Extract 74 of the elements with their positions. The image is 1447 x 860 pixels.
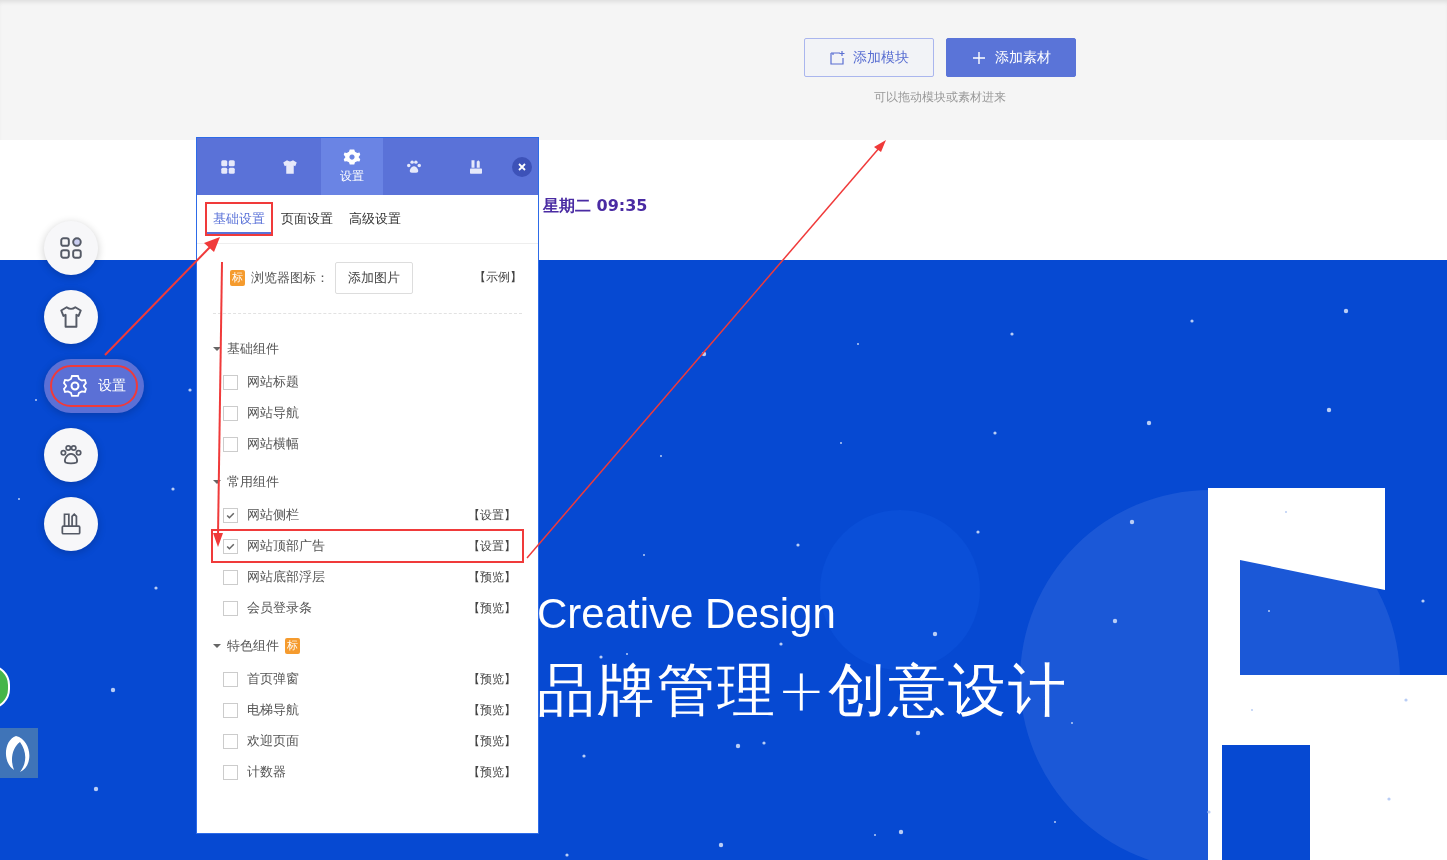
grid-icon bbox=[219, 157, 237, 176]
action-link[interactable]: 【设置】 bbox=[468, 506, 516, 524]
caret-icon[interactable] bbox=[213, 345, 221, 353]
settings-tab[interactable]: 基础设置 bbox=[207, 204, 271, 234]
component-row[interactable]: 网站横幅 bbox=[213, 429, 522, 459]
component-row[interactable]: 网站顶部广告 【设置】 bbox=[213, 531, 522, 561]
caret-icon[interactable] bbox=[213, 478, 221, 486]
component-row[interactable]: 欢迎页面 【预览】 bbox=[213, 726, 522, 756]
checkbox[interactable] bbox=[223, 764, 238, 780]
action-link[interactable]: 【预览】 bbox=[468, 701, 516, 719]
toolbar-button[interactable]: 设置 bbox=[44, 359, 144, 413]
checkbox[interactable] bbox=[223, 702, 238, 718]
plus-icon bbox=[971, 49, 987, 66]
component-name: 会员登录条 bbox=[247, 599, 312, 617]
checkbox[interactable] bbox=[223, 538, 238, 554]
tag-badge: 标 bbox=[230, 269, 245, 286]
checkbox[interactable] bbox=[223, 569, 238, 585]
chat-icon[interactable] bbox=[0, 728, 38, 778]
window-plus-icon bbox=[829, 49, 845, 66]
example-link[interactable]: 【示例】 bbox=[474, 269, 522, 286]
component-name: 欢迎页面 bbox=[247, 732, 299, 750]
checkbox[interactable] bbox=[223, 733, 238, 749]
date-time: 星期二 09:35 bbox=[543, 196, 648, 215]
checkbox[interactable] bbox=[223, 405, 238, 421]
component-name: 网站底部浮层 bbox=[247, 568, 325, 586]
shirt-icon bbox=[58, 304, 84, 330]
checkbox[interactable] bbox=[223, 507, 238, 523]
field-label: 浏览器图标： bbox=[251, 268, 329, 287]
component-name: 网站标题 bbox=[247, 373, 299, 391]
component-row[interactable]: 网站标题 bbox=[213, 367, 522, 397]
close-button[interactable] bbox=[512, 156, 532, 177]
component-row[interactable]: 会员登录条 【预览】 bbox=[213, 593, 522, 623]
group-title: 常用组件 bbox=[227, 473, 279, 491]
group-title: 基础组件 bbox=[227, 340, 279, 358]
component-row[interactable]: 电梯导航 【预览】 bbox=[213, 695, 522, 725]
grid-icon bbox=[58, 235, 84, 261]
action-link[interactable]: 【预览】 bbox=[468, 763, 516, 781]
banner-title: Creative Design bbox=[537, 590, 837, 638]
action-link[interactable]: 【设置】 bbox=[468, 537, 516, 555]
tag-badge: 标 bbox=[285, 638, 300, 654]
caret-icon[interactable] bbox=[213, 642, 221, 650]
settings-icon bbox=[62, 373, 88, 399]
checkbox[interactable] bbox=[223, 671, 238, 687]
action-link[interactable]: 【预览】 bbox=[468, 599, 516, 617]
component-name: 网站导航 bbox=[247, 404, 299, 422]
component-name: 网站顶部广告 bbox=[247, 537, 325, 555]
add-button[interactable]: 添加模块 bbox=[804, 38, 934, 77]
banner-subtitle: 品牌管理+创意设计 bbox=[537, 655, 1069, 726]
action-link[interactable]: 【预览】 bbox=[468, 732, 516, 750]
pen-holder-icon bbox=[467, 157, 485, 176]
component-name: 网站侧栏 bbox=[247, 506, 299, 524]
group-title: 特色组件 bbox=[227, 637, 279, 655]
component-row[interactable]: 首页弹窗 【预览】 bbox=[213, 664, 522, 694]
pen-holder-icon bbox=[58, 511, 84, 537]
component-row[interactable]: 网站导航 bbox=[213, 398, 522, 428]
action-link[interactable]: 【预览】 bbox=[468, 568, 516, 586]
component-row[interactable]: 计数器 【预览】 bbox=[213, 757, 522, 787]
component-name: 电梯导航 bbox=[247, 701, 299, 719]
checkbox[interactable] bbox=[223, 374, 238, 390]
settings-icon bbox=[343, 148, 361, 166]
component-row[interactable]: 网站底部浮层 【预览】 bbox=[213, 562, 522, 592]
close-icon bbox=[517, 161, 527, 172]
component-row[interactable]: 网站侧栏 【设置】 bbox=[213, 500, 522, 530]
component-name: 首页弹窗 bbox=[247, 670, 299, 688]
component-name: 网站横幅 bbox=[247, 435, 299, 453]
action-link[interactable]: 【预览】 bbox=[468, 670, 516, 688]
checkbox[interactable] bbox=[223, 600, 238, 616]
checkbox[interactable] bbox=[223, 436, 238, 452]
add-image-button[interactable]: 添加图片 bbox=[335, 261, 413, 294]
add-button[interactable]: 添加素材 bbox=[946, 38, 1076, 77]
component-name: 计数器 bbox=[247, 763, 286, 781]
settings-tab[interactable]: 页面设置 bbox=[275, 204, 339, 234]
settings-tab[interactable]: 高级设置 bbox=[343, 204, 407, 234]
drag-hint: 可以拖动模块或素材进来 bbox=[873, 89, 1007, 106]
